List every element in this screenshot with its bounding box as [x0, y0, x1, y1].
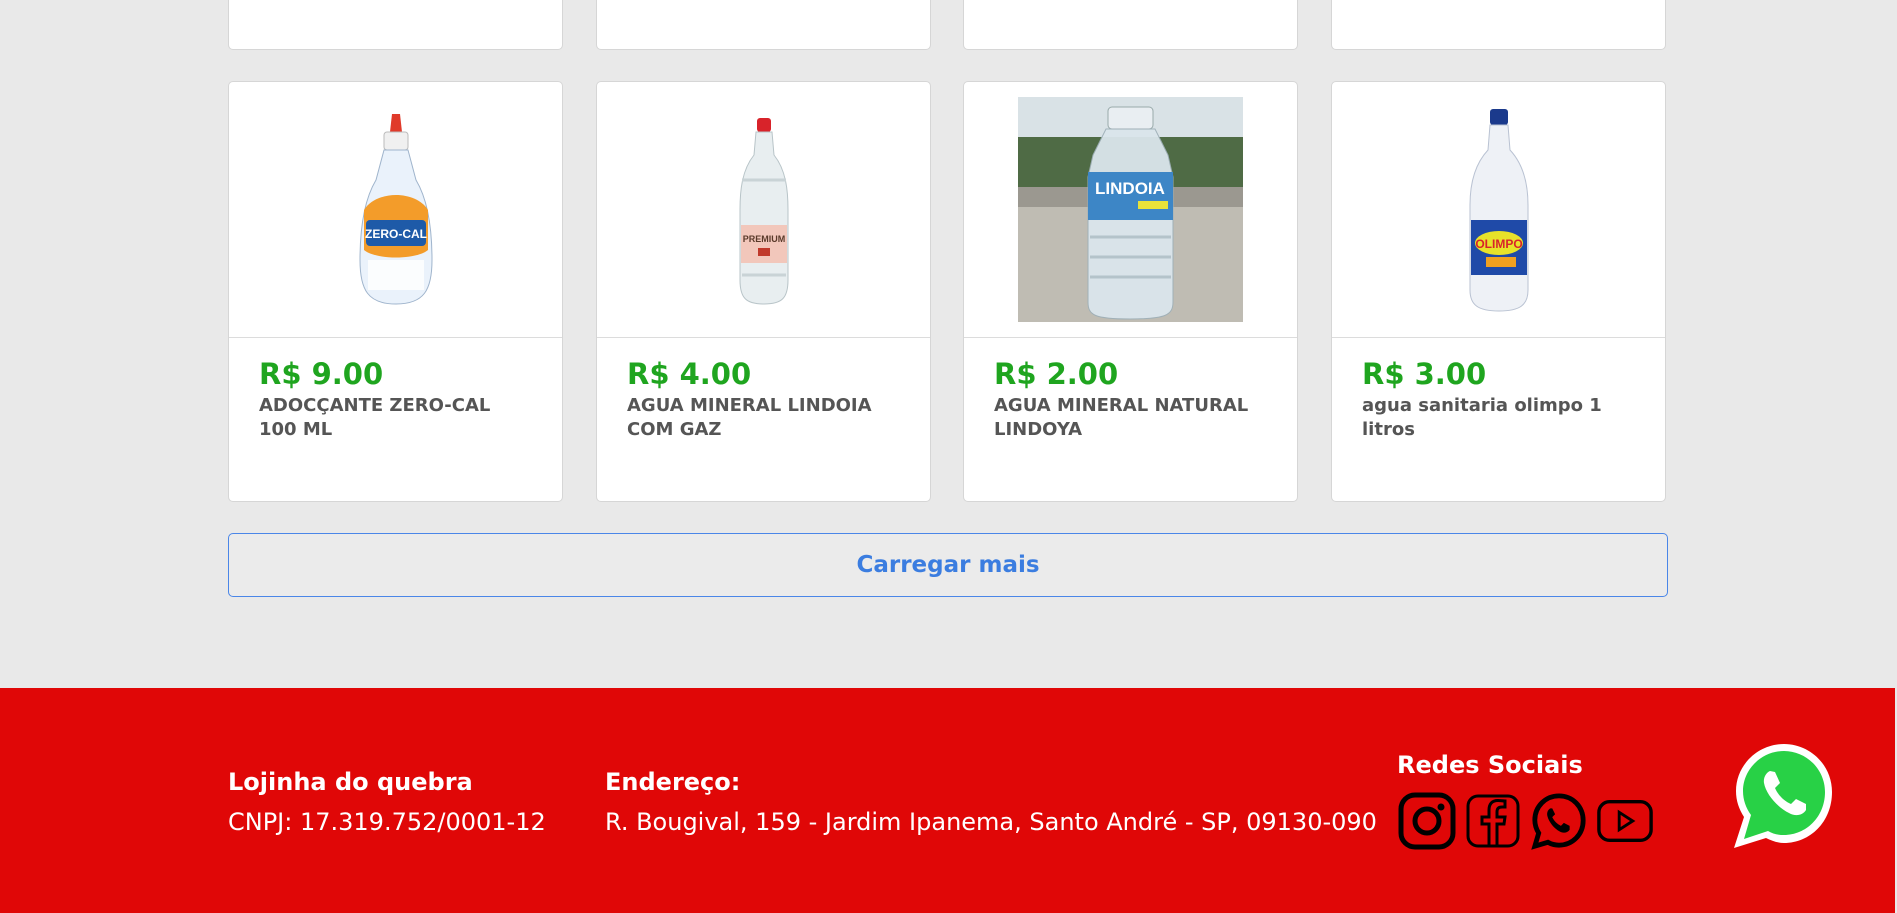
youtube-icon[interactable]: [1596, 791, 1654, 851]
store-name: Lojinha do quebra: [228, 768, 473, 796]
instagram-icon[interactable]: [1398, 791, 1456, 851]
product-name[interactable]: AGUA MINERAL NATURAL LINDOYA: [994, 394, 1267, 442]
store-address: R. Bougival, 159 - Jardim Ipanema, Santo…: [605, 808, 1377, 836]
product-card-partial[interactable]: [1331, 0, 1666, 50]
product-image[interactable]: LINDOIA: [964, 82, 1297, 338]
store-cnpj: CNPJ: 17.319.752/0001-12: [228, 808, 546, 836]
lindoia-label: LINDOIA: [1095, 179, 1165, 198]
product-image[interactable]: PREMIUM: [597, 82, 930, 338]
sparkling-water-bottle-image: PREMIUM: [739, 117, 788, 305]
product-card[interactable]: ZERO-CAL R$ 9.00 ADOCÇANTE ZERO-CAL 100 …: [228, 81, 563, 502]
product-name[interactable]: ADOCÇANTE ZERO-CAL 100 ML: [259, 394, 532, 442]
olimpo-bleach-bottle-image: OLIMPO: [1469, 108, 1528, 312]
product-card[interactable]: PREMIUM R$ 4.00 AGUA MINERAL LINDOIA COM…: [596, 81, 931, 502]
product-card-partial[interactable]: [596, 0, 931, 50]
zero-cal-bottle-image: ZERO-CAL: [358, 113, 433, 305]
product-image[interactable]: ZERO-CAL: [229, 82, 562, 338]
lindoia-water-bottle-photo: LINDOIA: [1018, 97, 1243, 322]
product-price: R$ 3.00: [1362, 357, 1487, 391]
zero-cal-label: ZERO-CAL: [365, 227, 427, 241]
load-more-button[interactable]: Carregar mais: [228, 533, 1668, 597]
whatsapp-icon: [1734, 744, 1832, 848]
site-footer: Lojinha do quebra CNPJ: 17.319.752/0001-…: [0, 688, 1895, 913]
whatsapp-icon[interactable]: [1530, 791, 1588, 851]
social-links: [1398, 791, 1654, 851]
product-card-partial[interactable]: [963, 0, 1298, 50]
social-title: Redes Sociais: [1397, 751, 1583, 779]
product-price: R$ 4.00: [627, 357, 752, 391]
product-card-partial[interactable]: [228, 0, 563, 50]
facebook-icon[interactable]: [1464, 791, 1522, 851]
product-card[interactable]: OLIMPO R$ 3.00 agua sanitaria olimpo 1 l…: [1331, 81, 1666, 502]
product-price: R$ 2.00: [994, 357, 1119, 391]
olimpo-label: OLIMPO: [1475, 237, 1522, 251]
whatsapp-floating-button[interactable]: [1728, 742, 1838, 852]
product-name[interactable]: AGUA MINERAL LINDOIA COM GAZ: [627, 394, 900, 442]
product-image[interactable]: OLIMPO: [1332, 82, 1665, 338]
address-title: Endereço:: [605, 768, 741, 796]
product-card[interactable]: LINDOIA R$ 2.00 AGUA MINERAL NATURAL LIN…: [963, 81, 1298, 502]
product-name[interactable]: agua sanitaria olimpo 1 litros: [1362, 394, 1635, 442]
product-price: R$ 9.00: [259, 357, 384, 391]
premium-label: PREMIUM: [742, 234, 785, 244]
